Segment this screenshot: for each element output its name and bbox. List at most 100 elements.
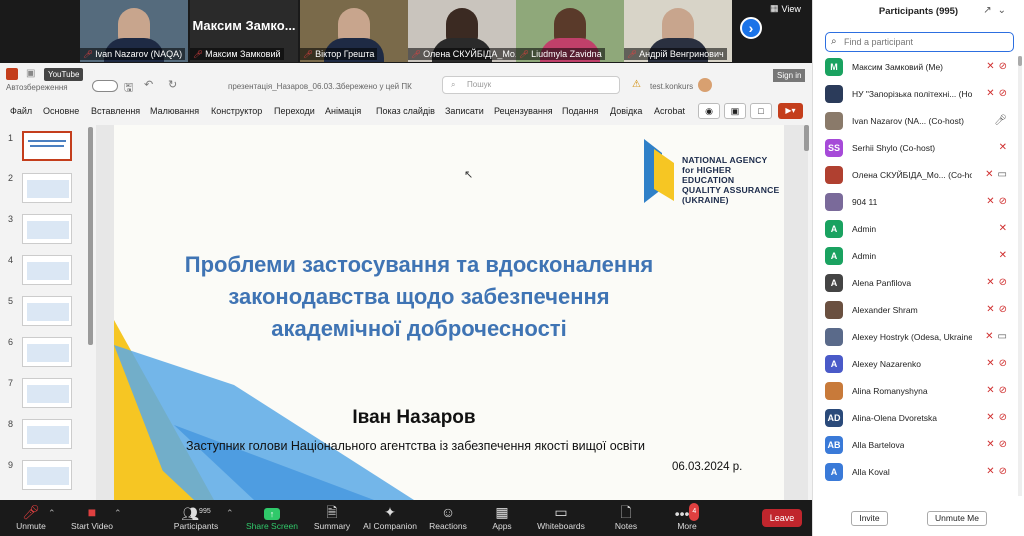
tab-animations[interactable]: Анімація: [325, 106, 361, 116]
avatar[interactable]: [698, 78, 712, 92]
participant-row[interactable]: НУ "Запорізька політехні... (Host) ✕⊘: [825, 83, 1011, 107]
thumbnails-scrollbar[interactable]: [88, 127, 93, 345]
avatar: M: [825, 58, 843, 76]
video-tile[interactable]: 🎤︎ Liudmyla Zavidna: [516, 0, 624, 62]
chevron-up-icon[interactable]: ⌃: [48, 508, 56, 519]
tab-design[interactable]: Конструктор: [211, 106, 262, 116]
video-off-icon: ⊘: [998, 385, 1011, 396]
slide-number: 5: [8, 296, 14, 306]
avatar: SS: [825, 139, 843, 157]
tab-help[interactable]: Довідка: [610, 106, 642, 116]
slide-thumbnail[interactable]: [22, 378, 72, 408]
participant-row[interactable]: SS Serhii Shylo (Co-host) ✕: [825, 137, 1011, 161]
reactions-button[interactable]: ☺ Reactions: [418, 503, 478, 531]
invite-button[interactable]: Invite: [851, 511, 888, 526]
slide-number: 7: [8, 378, 14, 388]
chevron-up-icon[interactable]: ⌃: [226, 508, 234, 519]
slide-thumbnail[interactable]: [22, 296, 72, 326]
participant-scrollbar[interactable]: [1018, 56, 1022, 496]
participant-row[interactable]: 904 11 ✕⊘: [825, 191, 1011, 215]
tab-record[interactable]: Записати: [445, 106, 484, 116]
slide-thumbnail[interactable]: [22, 131, 72, 161]
participants-button[interactable]: 👥︎995 Participants: [166, 503, 226, 531]
reactions-icon: ☺: [440, 504, 456, 520]
whiteboards-button[interactable]: ▭ Whiteboards: [531, 503, 591, 531]
ai-companion-button[interactable]: ✦ AI Companion: [360, 503, 420, 531]
participant-row[interactable]: A Admin ✕: [825, 218, 1011, 242]
participant-row[interactable]: M Максим Замковий (Me) ✕⊘: [825, 56, 1011, 80]
video-off-icon: ⊘: [998, 61, 1011, 72]
current-slide[interactable]: NATIONAL AGENCY for HIGHER EDUCATION QUA…: [114, 125, 784, 500]
video-off-icon: ⊘: [998, 88, 1011, 99]
participant-row[interactable]: Олена СКУЙБІДА_Мо... (Co-host) ✕▭: [825, 164, 1011, 188]
sign-in-button[interactable]: Sign in: [773, 69, 806, 82]
share-button[interactable]: ▶▾: [778, 103, 803, 119]
video-tile[interactable]: 🎤︎ Олена СКУЙБІДА_Мо...: [408, 0, 516, 62]
avatar: [825, 193, 843, 211]
participant-row[interactable]: AB Alla Bartelova ✕⊘: [825, 434, 1011, 458]
comments-button[interactable]: □: [750, 103, 772, 119]
leave-button[interactable]: Leave: [762, 509, 802, 527]
video-tile[interactable]: Максим Замко... 🎤︎ Максим Замковий: [190, 0, 298, 62]
tab-transitions[interactable]: Переходи: [274, 106, 315, 116]
search-icon: ⌕: [451, 80, 456, 89]
participant-row[interactable]: A Alla Koval ✕⊘: [825, 461, 1011, 485]
participant-row[interactable]: Alina Romanyshyna ✕⊘: [825, 380, 1011, 404]
slide-number: 3: [8, 214, 14, 224]
find-participant-input[interactable]: ⌕ Find a participant: [825, 32, 1014, 52]
mic-muted-icon: ✕: [986, 466, 999, 477]
participant-row[interactable]: Alexey Hostryk (Odesa, Ukraine) ✕▭: [825, 326, 1011, 350]
autosave-toggle[interactable]: [92, 80, 118, 92]
slide-thumbnail[interactable]: [22, 214, 72, 244]
participant-row[interactable]: A Alena Panfilova ✕⊘: [825, 272, 1011, 296]
tab-acrobat[interactable]: Acrobat: [654, 106, 685, 116]
participant-row[interactable]: A Alexey Nazarenko ✕⊘: [825, 353, 1011, 377]
tab-view[interactable]: Подання: [562, 106, 598, 116]
summary-button[interactable]: 🗎︎ Summary: [302, 503, 362, 531]
notes-button[interactable]: 🗋︎ Notes: [596, 503, 656, 531]
slide-thumbnail[interactable]: [22, 337, 72, 367]
video-tile[interactable]: 🎤︎ Андрій Венгринович: [624, 0, 732, 62]
slide-thumbnail[interactable]: [22, 460, 72, 490]
save-status: Збережено у цей ПК: [336, 82, 412, 91]
redo-icon[interactable]: ↻: [168, 78, 177, 91]
summary-icon: 🗎︎: [326, 504, 338, 520]
save-icon[interactable]: 🖫︎: [124, 79, 133, 98]
chevron-up-icon[interactable]: ⌃: [114, 508, 122, 519]
participant-row[interactable]: A Admin ✕: [825, 245, 1011, 269]
mic-muted-icon: ✕: [986, 88, 999, 99]
slide-thumbnail[interactable]: [22, 419, 72, 449]
start-video-button[interactable]: ■ Start Video: [62, 503, 122, 531]
apps-button[interactable]: ▦ Apps: [472, 503, 532, 531]
tab-slideshow[interactable]: Показ слайдів: [376, 106, 435, 116]
participant-row[interactable]: AD Alina-Olena Dvoretska ✕⊘: [825, 407, 1011, 431]
participant-row[interactable]: Ivan Nazarov (NA... (Co-host) 🎤︎: [825, 110, 1011, 134]
minimize-icon[interactable]: ⌄: [998, 5, 1012, 16]
video-tile[interactable]: 🎤︎ Ivan Nazarov (NAQA): [80, 0, 188, 62]
record-button[interactable]: ◉: [698, 103, 720, 119]
file-name: презентація_Назаров_06.03....: [228, 82, 342, 91]
unmute-me-button[interactable]: Unmute Me: [927, 511, 987, 526]
video-tile[interactable]: 🎤︎ Віктор Грешта: [300, 0, 408, 62]
more-button[interactable]: ••• 4 More: [657, 503, 717, 531]
tab-file[interactable]: Файл: [10, 106, 32, 116]
undo-icon[interactable]: ↶: [144, 78, 153, 91]
participant-row[interactable]: Alexander Shram ✕⊘: [825, 299, 1011, 323]
popout-icon[interactable]: ↗: [983, 5, 997, 16]
panel-controls: ↗⌄: [983, 5, 1012, 16]
avatar: [825, 112, 843, 130]
search-box[interactable]: ⌕ Пошук: [442, 76, 620, 94]
participant-name: Admin: [852, 251, 877, 261]
gallery-next-button[interactable]: ›: [740, 17, 762, 39]
view-button[interactable]: ▦ View: [770, 3, 801, 14]
slide-thumbnail[interactable]: [22, 255, 72, 285]
present-button[interactable]: ▣: [724, 103, 746, 119]
slide-thumbnail[interactable]: [22, 173, 72, 203]
tab-home[interactable]: Основне: [43, 106, 79, 116]
tab-review[interactable]: Рецензування: [494, 106, 553, 116]
tab-draw[interactable]: Малювання: [150, 106, 199, 116]
share-screen-button[interactable]: ↑ Share Screen: [242, 503, 302, 531]
slide-scrollbar[interactable]: [804, 125, 809, 151]
notes-icon: 🗋︎: [620, 504, 632, 520]
tab-insert[interactable]: Вставлення: [91, 106, 140, 116]
